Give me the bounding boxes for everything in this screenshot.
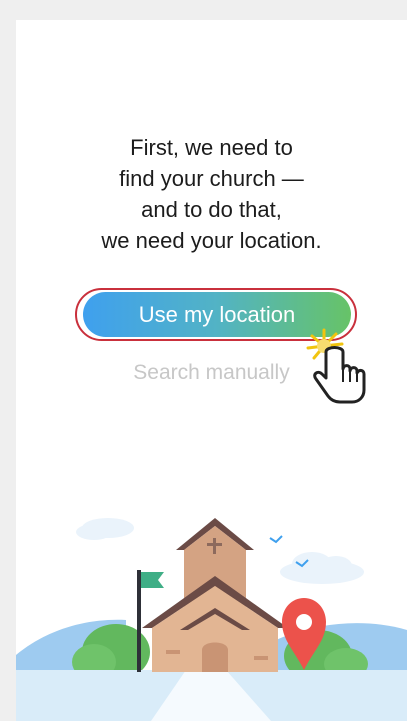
bird-icon <box>269 535 283 544</box>
church-door <box>202 642 228 672</box>
page-title: First, we need to find your church — and… <box>16 132 407 256</box>
headline-line-1: First, we need to <box>130 135 293 160</box>
flag-icon <box>141 572 164 588</box>
headline-line-2: find your church — <box>119 166 304 191</box>
church-illustration <box>16 518 407 721</box>
flag-pole <box>137 570 141 672</box>
onboarding-screen: First, we need to find your church — and… <box>16 20 407 721</box>
headline-line-3: and to do that, <box>141 197 282 222</box>
pointing-hand-cursor-icon <box>306 328 366 404</box>
headline-line-4: we need your location. <box>101 228 322 253</box>
